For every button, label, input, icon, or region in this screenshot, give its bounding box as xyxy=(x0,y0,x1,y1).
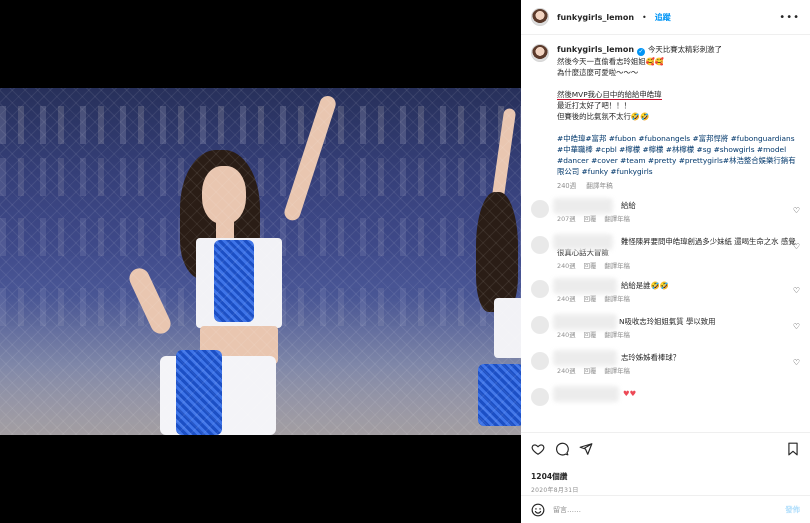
post-side-panel: funkygirls_lemon • 追蹤 ••• funkygirls_lem… xyxy=(521,0,810,523)
translate-link[interactable]: 翻譯年稿 xyxy=(604,215,630,223)
share-paper-plane-icon[interactable] xyxy=(579,442,593,456)
comment-like-heart-icon[interactable]: ♡ xyxy=(793,286,800,295)
verified-badge-icon: ✓ xyxy=(637,48,646,56)
translate-link[interactable]: 翻譯年稿 xyxy=(604,295,630,303)
add-comment-bar: 發佈 xyxy=(521,495,810,523)
header-username[interactable]: funkygirls_lemon xyxy=(557,13,634,22)
post-comment-button[interactable]: 發佈 xyxy=(785,504,800,515)
post-photo[interactable] xyxy=(0,88,521,435)
reply-link[interactable]: 回覆 xyxy=(584,331,597,339)
comment-avatar[interactable] xyxy=(531,236,549,254)
caption-age: 240週 xyxy=(557,182,577,190)
comment-avatar[interactable] xyxy=(531,352,549,370)
reply-link[interactable]: 回覆 xyxy=(584,367,597,375)
likes-count[interactable]: 1204個讚 xyxy=(531,471,800,482)
comment-age: 207週 xyxy=(557,215,576,223)
avatar[interactable] xyxy=(531,8,549,26)
reply-link[interactable]: 回覆 xyxy=(584,295,597,303)
bookmark-icon[interactable] xyxy=(786,442,800,456)
comments-scroll-area[interactable]: funkygirls_lemon ✓ 今天比賽太精彩刺激了 然後今天一直偷看志玲姐姐… xyxy=(521,36,810,432)
caption-translate-link[interactable]: 翻譯年稿 xyxy=(586,182,612,190)
comment-age: 240週 xyxy=(557,367,576,375)
reply-link[interactable]: 回覆 xyxy=(584,262,597,270)
net-overlay xyxy=(0,88,521,435)
like-heart-icon[interactable] xyxy=(531,442,545,456)
translate-link[interactable]: 翻譯年稿 xyxy=(604,331,630,339)
caption-paragraph: 然後MVP我心目中的給給申皓瑋 最近打太好了吧！！！ 但賽後的比氣氛不太行🤣🤣 xyxy=(557,89,800,122)
follow-button[interactable]: 追蹤 xyxy=(655,12,671,23)
comment-item: 給給是誰🤣🤣 240週 回覆 翻譯年稿 ♡ xyxy=(531,278,800,308)
blurred-username xyxy=(553,350,617,366)
blurred-username xyxy=(553,314,617,330)
comment-bubble-icon[interactable] xyxy=(555,442,569,456)
caption-line: 然後今天一直偷看志玲姐姐🥰🥰 xyxy=(557,57,665,66)
comment-avatar[interactable] xyxy=(531,316,549,334)
comment-item: ♥♥ xyxy=(531,386,800,416)
action-row xyxy=(531,441,800,457)
post-header: funkygirls_lemon • 追蹤 ••• xyxy=(521,0,810,35)
caption-line: 為什麼這麼可愛啦～～～ xyxy=(557,68,639,77)
comment-like-heart-icon[interactable]: ♡ xyxy=(793,322,800,331)
comment-like-heart-icon[interactable]: ♡ xyxy=(793,242,800,251)
caption-line: 今天比賽太精彩刺激了 xyxy=(648,45,722,54)
comment-item: 志玲姊姊看棒球？ 240週 回覆 翻譯年稿 ♡ xyxy=(531,350,800,380)
caption-username[interactable]: funkygirls_lemon xyxy=(557,45,634,54)
blurred-username xyxy=(553,278,617,294)
emoji-smiley-icon[interactable] xyxy=(531,503,545,517)
comment-like-heart-icon[interactable]: ♡ xyxy=(793,206,800,215)
comment-age: 240週 xyxy=(557,331,576,339)
blurred-username xyxy=(553,198,613,214)
translate-link[interactable]: 翻譯年稿 xyxy=(604,262,630,270)
comment-avatar[interactable] xyxy=(531,388,549,406)
comment-item: 難怪陳昇要問申皓瑋創過多少妹紙 還喝生命之水 感覺很真心話大冒險 240週 回覆翻… xyxy=(531,234,800,272)
reply-link[interactable]: 回覆 xyxy=(584,215,597,223)
caption-meta: 240週 翻譯年稿 xyxy=(557,181,800,192)
comment-input[interactable] xyxy=(553,505,778,514)
comment-item: 給給 207週 回覆 翻譯年稿 ♡ xyxy=(531,198,800,228)
comment-avatar[interactable] xyxy=(531,280,549,298)
caption-avatar[interactable] xyxy=(531,44,549,62)
comment-age: 240週 xyxy=(557,262,576,270)
caption-line: 最近打太好了吧！！！ xyxy=(557,101,631,110)
blurred-username xyxy=(553,234,613,250)
hashtags[interactable]: #中皓瑋#富邦 #fubon #fubonangels #富邦悍將 #fubon… xyxy=(557,133,800,177)
more-options-icon[interactable]: ••• xyxy=(779,12,800,23)
media-pane xyxy=(0,0,521,523)
instagram-post-modal: funkygirls_lemon • 追蹤 ••• funkygirls_lem… xyxy=(0,0,810,523)
translate-link[interactable]: 翻譯年稿 xyxy=(604,367,630,375)
caption-line: 但賽後的比氣氛不太行🤣🤣 xyxy=(557,112,650,121)
comment-age: 240週 xyxy=(557,295,576,303)
blurred-username xyxy=(553,386,619,402)
separator-dot: • xyxy=(642,12,647,22)
caption-text: funkygirls_lemon ✓ 今天比賽太精彩刺激了 然後今天一直偷看志玲姐姐… xyxy=(557,44,800,192)
comment-item: N吸收志玲姐姐氣質 學以致用 240週 回覆 翻譯年稿 ♡ xyxy=(531,314,800,344)
post-date[interactable]: 2020年8月31日 xyxy=(531,485,800,494)
caption-highlight: 然後MVP我心目中的給給申皓瑋 xyxy=(557,90,662,100)
comment-avatar[interactable] xyxy=(531,200,549,218)
caption: funkygirls_lemon ✓ 今天比賽太精彩刺激了 然後今天一直偷看志玲姐姐… xyxy=(531,44,800,192)
comment-like-heart-icon[interactable]: ♡ xyxy=(793,358,800,367)
